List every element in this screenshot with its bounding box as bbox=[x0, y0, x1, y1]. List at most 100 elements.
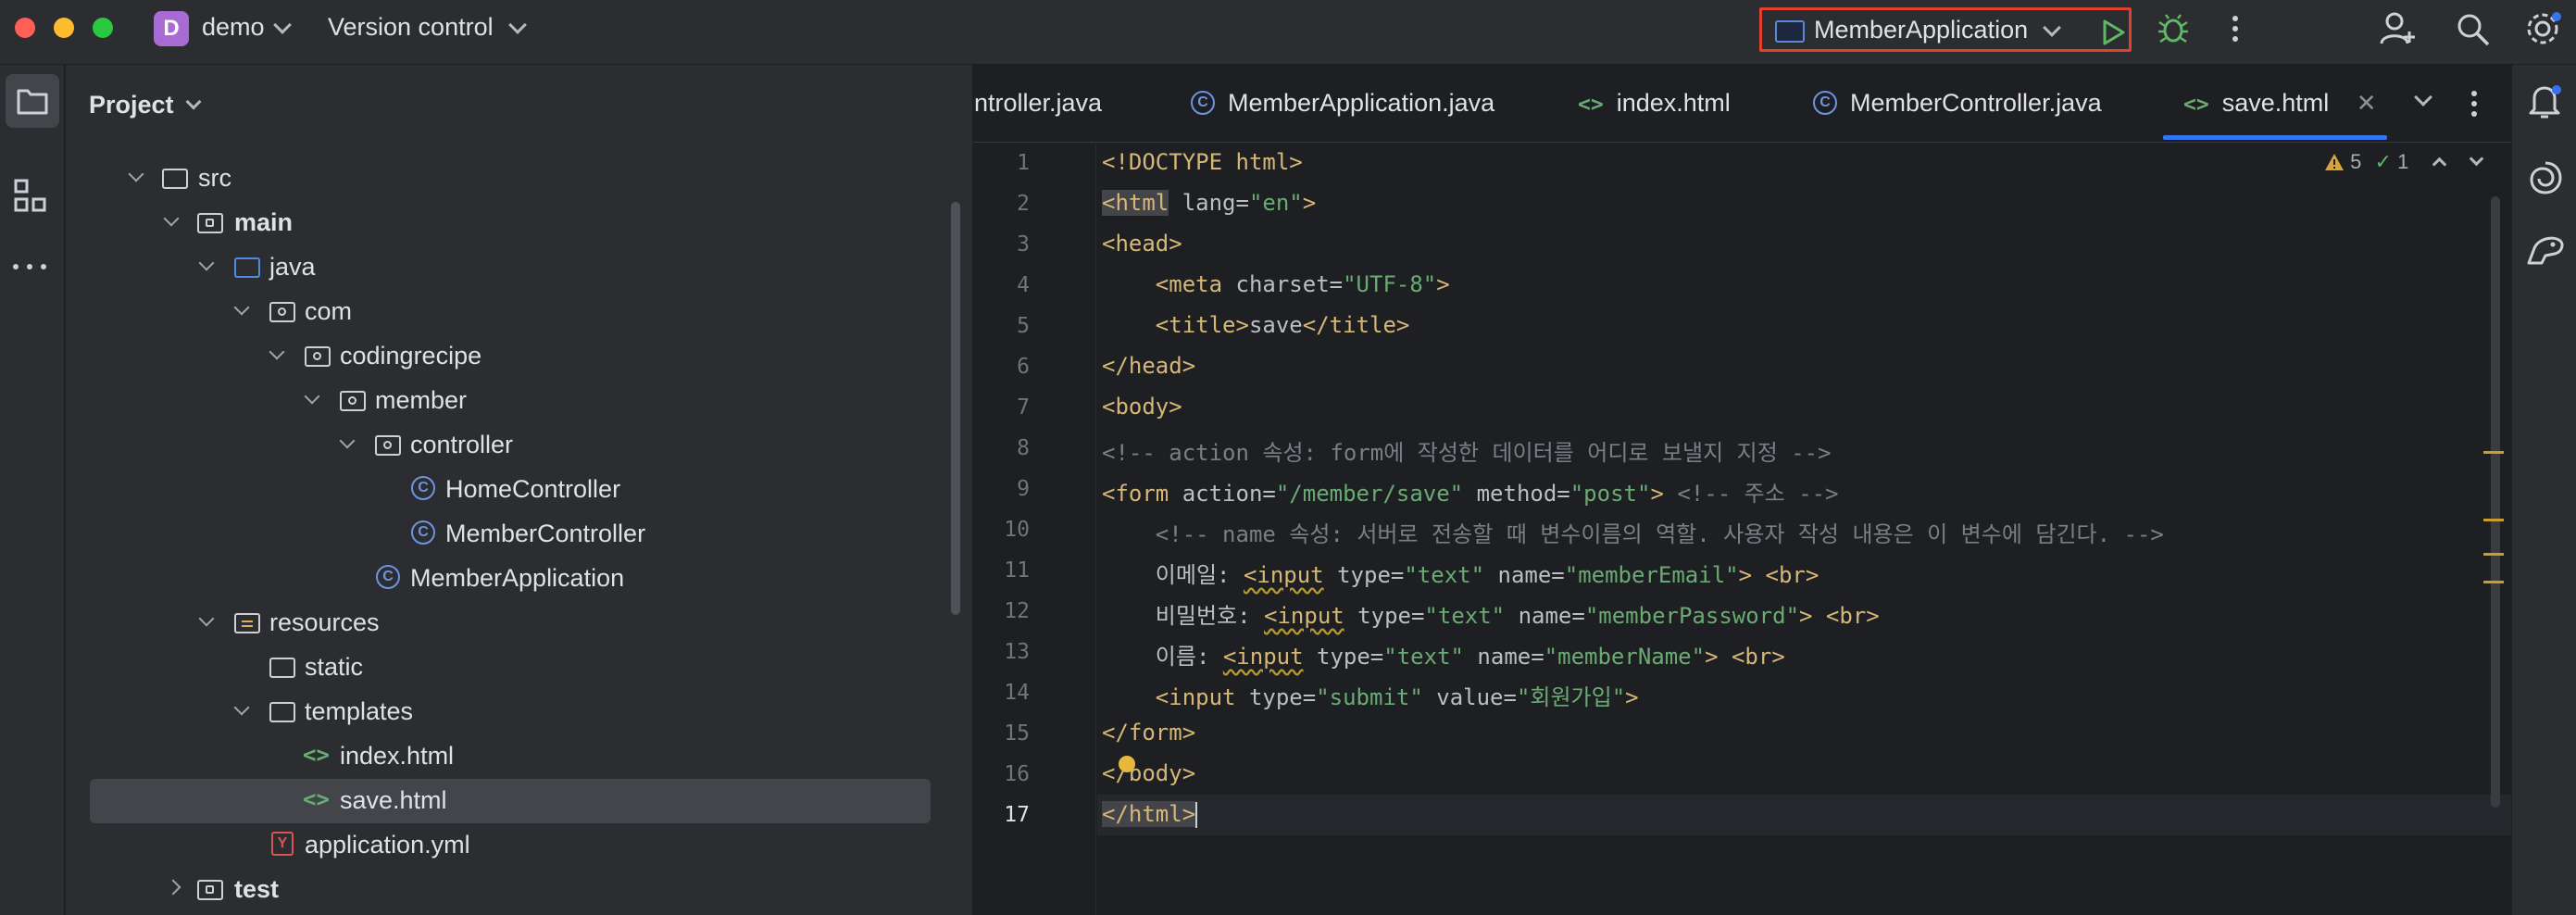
tab-list-chevron-icon[interactable] bbox=[2414, 88, 2432, 107]
tab-memberapplication-java[interactable]: C MemberApplication.java bbox=[1191, 89, 1494, 118]
tree-item-test[interactable]: test bbox=[66, 867, 972, 911]
code-line-2: <html lang="en"> bbox=[1102, 190, 1317, 216]
project-panel-title[interactable]: Project bbox=[89, 91, 174, 119]
tree-item-codingrecipe[interactable]: codingrecipe bbox=[66, 333, 972, 378]
settings-gear-icon[interactable] bbox=[2524, 10, 2563, 49]
project-panel-scrollbar[interactable] bbox=[951, 202, 960, 615]
tree-item-com[interactable]: com bbox=[66, 289, 972, 333]
line-number: 7 bbox=[1017, 395, 1030, 420]
warning-stripe-marker[interactable] bbox=[2483, 581, 2504, 583]
notifications-icon[interactable] bbox=[2527, 83, 2564, 120]
line-number: 1 bbox=[1017, 151, 1030, 175]
active-tab-indicator bbox=[2163, 135, 2387, 140]
run-icon[interactable] bbox=[2101, 19, 2127, 46]
tab-label: index.html bbox=[1616, 89, 1731, 117]
tab-save-html[interactable]: <> save.html ✕ bbox=[2183, 89, 2377, 118]
ai-assistant-icon[interactable] bbox=[2527, 159, 2564, 196]
tree-item-templates[interactable]: templates bbox=[66, 689, 972, 733]
tab-label: MemberController.java bbox=[1850, 89, 2102, 117]
folder-icon bbox=[162, 169, 188, 189]
collapse-arrow-icon[interactable] bbox=[165, 879, 181, 896]
chevron-down-icon bbox=[2043, 19, 2061, 37]
editor-tab-bar: ntroller.java C MemberApplication.java <>… bbox=[974, 65, 2511, 143]
check-icon: ✓ bbox=[2374, 150, 2392, 173]
code-line-7: <body> bbox=[1102, 394, 1182, 420]
warning-stripe-marker[interactable] bbox=[2483, 451, 2504, 454]
tree-item-save-html[interactable]: <> save.html bbox=[66, 778, 972, 822]
structure-icon[interactable] bbox=[13, 178, 50, 215]
folder-icon bbox=[269, 702, 295, 722]
line-number: 13 bbox=[1004, 640, 1030, 664]
spring-application-class-icon: C bbox=[376, 565, 400, 589]
code-line-1: <!DOCTYPE html> bbox=[1102, 149, 1303, 175]
project-name-dropdown[interactable]: demo bbox=[202, 13, 265, 42]
code-line-9: <form action="/member/save" method="post… bbox=[1102, 481, 1839, 507]
database-icon[interactable] bbox=[2525, 232, 2566, 269]
chevron-down-icon bbox=[508, 16, 527, 34]
warning-stripe-marker[interactable] bbox=[2483, 553, 2504, 556]
warning-stripe-marker[interactable] bbox=[2483, 519, 2504, 521]
more-actions-icon[interactable] bbox=[2226, 13, 2245, 44]
tree-item-resources[interactable]: resources bbox=[66, 600, 972, 645]
clipped-tree-row bbox=[112, 137, 186, 144]
expand-arrow-icon[interactable] bbox=[198, 610, 215, 627]
expand-arrow-icon[interactable] bbox=[163, 210, 180, 227]
run-configuration-selector[interactable]: MemberApplication bbox=[1759, 7, 2132, 52]
next-highlight-icon[interactable] bbox=[2469, 151, 2483, 167]
java-class-icon: C bbox=[1813, 90, 1837, 115]
tab-more-actions-icon[interactable] bbox=[2467, 89, 2482, 119]
add-user-icon[interactable] bbox=[2380, 11, 2417, 46]
yaml-file-icon: Y bbox=[271, 832, 294, 856]
project-badge[interactable]: D bbox=[154, 11, 189, 46]
close-window-button[interactable] bbox=[15, 18, 35, 38]
tab-index-html[interactable]: <> index.html bbox=[1578, 89, 1731, 118]
text-caret bbox=[1195, 802, 1198, 828]
version-control-dropdown[interactable]: Version control bbox=[328, 13, 494, 42]
tree-item-controller[interactable]: controller bbox=[66, 422, 972, 467]
search-icon[interactable] bbox=[2456, 12, 2491, 47]
expand-arrow-icon[interactable] bbox=[128, 166, 144, 182]
tree-item-java[interactable]: java bbox=[66, 244, 972, 289]
inspection-widget[interactable]: 5 ✓ 1 bbox=[2324, 150, 2483, 174]
previous-highlight-icon[interactable] bbox=[2432, 157, 2447, 172]
expand-arrow-icon[interactable] bbox=[339, 432, 356, 449]
tab-controller-java[interactable]: ntroller.java bbox=[974, 89, 1102, 118]
package-icon bbox=[305, 346, 331, 367]
tree-item-membercontroller[interactable]: C MemberController bbox=[66, 511, 972, 556]
expand-arrow-icon[interactable] bbox=[233, 299, 250, 316]
tab-membercontroller-java[interactable]: C MemberController.java bbox=[1813, 89, 2102, 118]
tree-item-homecontroller[interactable]: C HomeController bbox=[66, 467, 972, 511]
more-tools-icon[interactable] bbox=[11, 261, 48, 272]
tree-item-main[interactable]: main bbox=[66, 200, 972, 244]
editor-scrollbar[interactable] bbox=[2491, 196, 2500, 808]
folder-icon bbox=[269, 658, 295, 678]
check-count: 1 bbox=[2397, 150, 2409, 173]
html-file-icon: <> bbox=[303, 786, 330, 812]
tree-item-src[interactable]: src bbox=[66, 156, 972, 200]
code-line-5: <title>save</title> bbox=[1102, 312, 1410, 338]
tree-item-application-yml[interactable]: Y application.yml bbox=[66, 822, 972, 867]
close-tab-icon[interactable]: ✕ bbox=[2357, 89, 2377, 117]
tree-item-label: static bbox=[305, 653, 364, 681]
tree-item-label: application.yml bbox=[305, 831, 470, 859]
tree-item-index-html[interactable]: <> index.html bbox=[66, 733, 972, 778]
line-number: 10 bbox=[1004, 518, 1030, 542]
tree-item-memberapplication[interactable]: C MemberApplication bbox=[66, 556, 972, 600]
maximize-window-button[interactable] bbox=[93, 18, 113, 38]
warning-icon bbox=[2325, 154, 2344, 170]
project-tool-button[interactable] bbox=[6, 74, 59, 128]
expand-arrow-icon[interactable] bbox=[304, 388, 320, 405]
minimize-window-button[interactable] bbox=[54, 18, 74, 38]
expand-arrow-icon[interactable] bbox=[233, 699, 250, 716]
tree-item-static[interactable]: static bbox=[66, 645, 972, 689]
expand-arrow-icon[interactable] bbox=[269, 344, 285, 360]
source-root-folder-icon bbox=[197, 213, 223, 233]
package-icon bbox=[269, 302, 295, 322]
tree-item-label: controller bbox=[410, 431, 514, 458]
code-line-10: <!-- name 속성: 서버로 전송할 때 변수이름의 역할. 사용자 작성… bbox=[1102, 521, 2164, 547]
tree-item-member[interactable]: member bbox=[66, 378, 972, 422]
tree-item-label: main bbox=[234, 208, 294, 236]
debug-icon[interactable] bbox=[2157, 13, 2189, 44]
expand-arrow-icon[interactable] bbox=[198, 255, 215, 271]
intention-bulb-icon[interactable] bbox=[1119, 756, 1135, 772]
